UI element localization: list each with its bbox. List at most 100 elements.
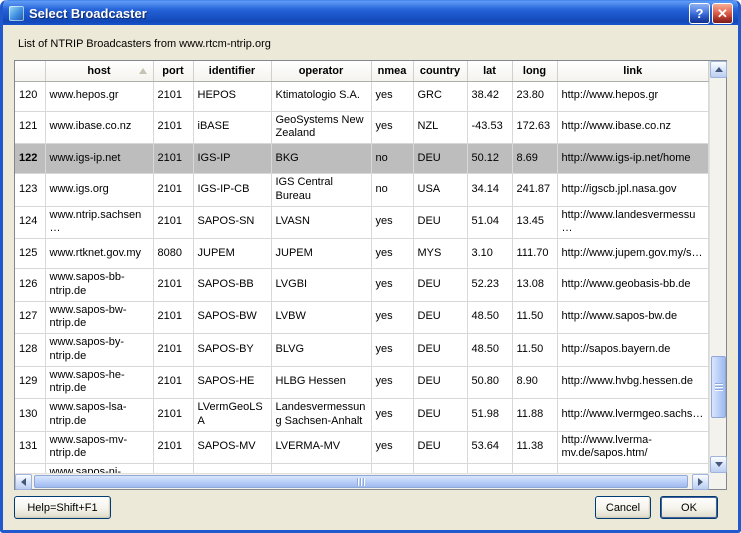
cell-identifier[interactable]: SAPOS-BW xyxy=(193,301,271,334)
column-header-long[interactable]: long xyxy=(512,61,557,81)
cell-nmea[interactable]: yes xyxy=(371,366,413,399)
cell-lat[interactable]: 51.98 xyxy=(467,399,512,432)
cell-operator[interactable]: JUPEM xyxy=(271,239,371,269)
cell-identifier[interactable]: JUPEM xyxy=(193,239,271,269)
cell-operator[interactable]: LVBW xyxy=(271,301,371,334)
cell-lat[interactable]: 52.23 xyxy=(467,269,512,302)
table-row[interactable]: 128www.sapos-by-ntrip.de2101SAPOS-BYBLVG… xyxy=(15,334,709,367)
cell-country[interactable]: USA xyxy=(413,174,467,207)
column-header-link[interactable]: link xyxy=(557,61,709,81)
cell-host[interactable]: www.sapos-bw-ntrip.de xyxy=(45,301,153,334)
cell-port[interactable]: 2101 xyxy=(153,399,193,432)
cell-num[interactable]: 130 xyxy=(15,399,45,432)
cell-nmea[interactable]: yes xyxy=(371,301,413,334)
cell-operator[interactable]: LVASN xyxy=(271,206,371,239)
cell-operator[interactable]: LVERMA-MV xyxy=(271,431,371,464)
column-header-country[interactable]: country xyxy=(413,61,467,81)
cell-identifier[interactable]: IGS-IP-CB xyxy=(193,174,271,207)
cell-num[interactable]: 132 xyxy=(15,464,45,474)
cell-nmea[interactable]: yes xyxy=(371,206,413,239)
table-row[interactable]: 130www.sapos-lsa-ntrip.de2101LVermGeoLSA… xyxy=(15,399,709,432)
cell-port[interactable]: 2101 xyxy=(153,366,193,399)
titlebar-help-button[interactable]: ? xyxy=(689,3,710,24)
cell-host[interactable]: www.sapos-he-ntrip.de xyxy=(45,366,153,399)
cell-lat[interactable]: 3.10 xyxy=(467,239,512,269)
cell-nmea[interactable]: yes xyxy=(371,431,413,464)
cell-lat[interactable]: 38.42 xyxy=(467,81,512,111)
scroll-left-button[interactable] xyxy=(15,474,32,490)
cell-nmea[interactable]: yes xyxy=(371,464,413,474)
cell-long[interactable]: 172.63 xyxy=(512,111,557,144)
cell-lat[interactable]: 48.50 xyxy=(467,301,512,334)
vertical-scrollbar[interactable] xyxy=(709,61,726,473)
cell-nmea[interactable]: yes xyxy=(371,334,413,367)
cell-operator[interactable]: GeoSystems New Zealand xyxy=(271,111,371,144)
column-header-nmea[interactable]: nmea xyxy=(371,61,413,81)
cell-link[interactable]: http://www.sapos-bw.de xyxy=(557,301,709,334)
horizontal-scroll-thumb[interactable] xyxy=(34,475,688,488)
cell-host[interactable]: www.sapos-mv-ntrip.de xyxy=(45,431,153,464)
title-bar[interactable]: Select Broadcaster ? ✕ xyxy=(3,0,738,25)
cell-link[interactable]: http://www.ibase.co.nz xyxy=(557,111,709,144)
table-row[interactable]: 124www.ntrip.sachsen…2101SAPOS-SNLVASNye… xyxy=(15,206,709,239)
cell-identifier[interactable]: SAPOS-MV xyxy=(193,431,271,464)
table-row[interactable]: 126www.sapos-bb-ntrip.de2101SAPOS-BBLVGB… xyxy=(15,269,709,302)
cell-host[interactable]: www.sapos-lsa-ntrip.de xyxy=(45,399,153,432)
cell-port[interactable]: 2101 xyxy=(153,301,193,334)
cell-country[interactable]: DEU xyxy=(413,464,467,474)
cell-long[interactable]: 13.45 xyxy=(512,206,557,239)
cell-nmea[interactable]: no xyxy=(371,144,413,174)
cell-nmea[interactable]: no xyxy=(371,174,413,207)
cell-country[interactable]: MYS xyxy=(413,239,467,269)
cell-country[interactable]: DEU xyxy=(413,399,467,432)
cell-lat[interactable]: 34.14 xyxy=(467,174,512,207)
cell-identifier[interactable]: SAPOS-BB xyxy=(193,269,271,302)
cell-identifier[interactable]: LVermGeoLSA xyxy=(193,399,271,432)
cell-num[interactable]: 128 xyxy=(15,334,45,367)
cell-lat[interactable]: 50.80 xyxy=(467,366,512,399)
cell-operator[interactable]: IGS Central Bureau xyxy=(271,174,371,207)
cell-link[interactable]: http://www.lvermgeo.sachs… xyxy=(557,399,709,432)
column-header-host[interactable]: host xyxy=(45,61,153,81)
cell-long[interactable]: 111.70 xyxy=(512,239,557,269)
scroll-up-button[interactable] xyxy=(710,61,727,78)
cell-host[interactable]: www.igs-ip.net xyxy=(45,144,153,174)
cell-country[interactable]: DEU xyxy=(413,269,467,302)
cell-num[interactable]: 129 xyxy=(15,366,45,399)
cell-port[interactable]: 2101 xyxy=(153,334,193,367)
column-header-operator[interactable]: operator xyxy=(271,61,371,81)
cell-country[interactable]: DEU xyxy=(413,366,467,399)
cell-host[interactable]: www.sapos-bb-ntrip.de xyxy=(45,269,153,302)
cell-port[interactable]: 2101 xyxy=(153,174,193,207)
cancel-button[interactable]: Cancel xyxy=(595,496,651,519)
cell-num[interactable]: 124 xyxy=(15,206,45,239)
table-row[interactable]: 122www.igs-ip.net2101IGS-IPBKGnoDEU50.12… xyxy=(15,144,709,174)
cell-nmea[interactable]: yes xyxy=(371,239,413,269)
cell-port[interactable]: 2101 xyxy=(153,464,193,474)
table-row[interactable]: 127www.sapos-bw-ntrip.de2101SAPOS-BWLVBW… xyxy=(15,301,709,334)
cell-long[interactable]: 8.90 xyxy=(512,366,557,399)
cell-port[interactable]: 8080 xyxy=(153,239,193,269)
horizontal-scrollbar[interactable] xyxy=(15,473,709,489)
cell-host[interactable]: www.hepos.gr xyxy=(45,81,153,111)
cell-nmea[interactable]: yes xyxy=(371,269,413,302)
table-row[interactable]: 131www.sapos-mv-ntrip.de2101SAPOS-MVLVER… xyxy=(15,431,709,464)
cell-host[interactable]: www.igs.org xyxy=(45,174,153,207)
cell-link[interactable]: http://www.lverma-mv.de/sapos.htm/ xyxy=(557,431,709,464)
cell-country[interactable]: NZL xyxy=(413,111,467,144)
cell-port[interactable]: 2101 xyxy=(153,206,193,239)
ok-button[interactable]: OK xyxy=(660,496,718,519)
cell-operator[interactable]: LVGBI xyxy=(271,269,371,302)
cell-long[interactable]: 13.08 xyxy=(512,269,557,302)
cell-link[interactable]: http://www.jupem.gov.my/s… xyxy=(557,239,709,269)
cell-identifier[interactable]: SAPOS-HE xyxy=(193,366,271,399)
cell-identifier[interactable]: IGS-IP xyxy=(193,144,271,174)
cell-nmea[interactable]: yes xyxy=(371,81,413,111)
cell-num[interactable]: 121 xyxy=(15,111,45,144)
cell-lat[interactable]: 48.50 xyxy=(467,334,512,367)
cell-link[interactable]: http://www.landesvermessu… xyxy=(557,206,709,239)
cell-operator[interactable]: BLVG xyxy=(271,334,371,367)
cell-operator[interactable]: BKG xyxy=(271,144,371,174)
cell-link[interactable]: http://www.hvbg.hessen.de xyxy=(557,366,709,399)
cell-long[interactable]: 241.87 xyxy=(512,174,557,207)
